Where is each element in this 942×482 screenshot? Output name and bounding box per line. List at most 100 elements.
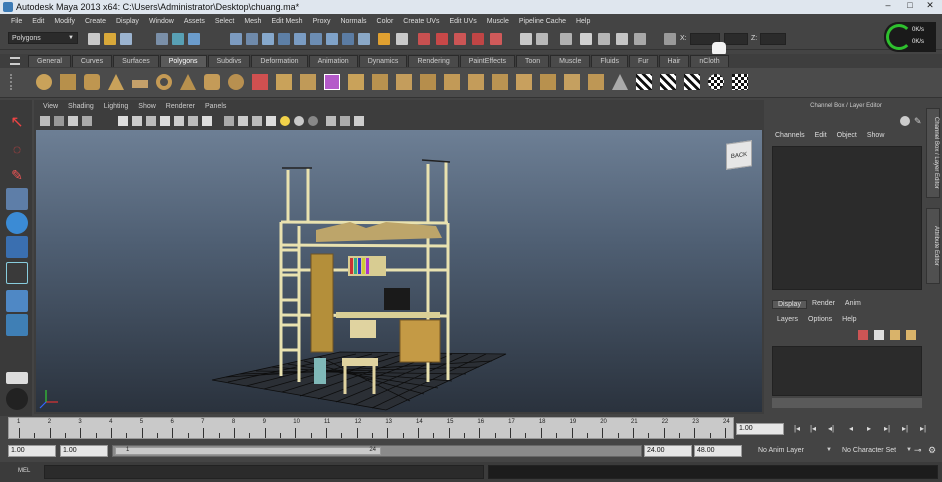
playback-end-field[interactable]: 24.00: [644, 445, 692, 457]
menu-file[interactable]: File: [6, 18, 27, 25]
menu-display[interactable]: Display: [111, 18, 144, 25]
shadows-icon[interactable]: [294, 116, 304, 126]
shelf-tab-surfaces[interactable]: Surfaces: [113, 55, 159, 67]
vp-menu-view[interactable]: View: [38, 103, 63, 110]
poly-pipe-icon[interactable]: [204, 74, 220, 90]
cb-menu-show[interactable]: Show: [862, 132, 890, 139]
menu-window[interactable]: Window: [144, 18, 179, 25]
poly-cylinder-icon[interactable]: [84, 74, 100, 90]
new-scene-icon[interactable]: [88, 33, 100, 45]
extrude-icon[interactable]: [348, 74, 364, 90]
merge-icon[interactable]: [516, 74, 532, 90]
resolution-gate-icon[interactable]: [146, 116, 156, 126]
menu-edit[interactable]: Edit: [27, 18, 49, 25]
lasso-tool-icon[interactable]: ◌: [6, 138, 28, 160]
time-slider[interactable]: 1 2 3 4 5 6 7 8 9 10 11 12 13 14 15 16 17 18 19 20 21 22 23 24: [8, 417, 734, 439]
shelf-tab-curves[interactable]: Curves: [71, 55, 113, 67]
menu-assets[interactable]: Assets: [179, 18, 210, 25]
planar-mapping-icon[interactable]: [612, 74, 628, 90]
insert-edge-loop-icon[interactable]: [444, 74, 460, 90]
menu-select[interactable]: Select: [210, 18, 239, 25]
vp-menu-shading[interactable]: Shading: [63, 103, 99, 110]
maximize-icon[interactable]: □: [900, 0, 920, 13]
attribute-editor-toggle-icon[interactable]: [598, 33, 610, 45]
modeling-toolkit-icon[interactable]: [634, 33, 646, 45]
step-forward-key-icon[interactable]: ▸|: [898, 423, 912, 435]
select-object-icon[interactable]: [172, 33, 184, 45]
poly-cone-icon[interactable]: [108, 74, 124, 90]
anim-layer-label[interactable]: No Anim Layer: [758, 447, 804, 454]
use-all-lights-icon[interactable]: [280, 116, 290, 126]
shelf-tab-deformation[interactable]: Deformation: [251, 55, 308, 67]
automatic-mapping-icon[interactable]: [684, 74, 700, 90]
snap-curve-icon[interactable]: [246, 33, 258, 45]
shelf-tab-hair[interactable]: Hair: [658, 55, 690, 67]
render-globals-icon[interactable]: [472, 33, 484, 45]
layer-menu-options[interactable]: Options: [803, 316, 837, 323]
light-editor-icon[interactable]: [490, 33, 502, 45]
poly-prism-icon[interactable]: [180, 74, 196, 90]
field-chart-icon[interactable]: [174, 116, 184, 126]
menu-create[interactable]: Create: [80, 18, 111, 25]
character-set-label[interactable]: No Character Set: [842, 447, 896, 454]
animation-end-field[interactable]: 48.00: [694, 445, 742, 457]
scale-tool-icon[interactable]: [6, 236, 28, 258]
wedge-icon[interactable]: [564, 74, 580, 90]
go-to-start-icon[interactable]: |◂: [790, 423, 804, 435]
wireframe-icon[interactable]: [224, 116, 234, 126]
smooth-icon[interactable]: [324, 74, 340, 90]
side-tab-channel-box[interactable]: Channel Box / Layer Editor: [926, 108, 940, 198]
camera-attributes-icon[interactable]: [54, 116, 64, 126]
menu-create-uvs[interactable]: Create UVs: [398, 18, 444, 25]
poly-sphere-icon[interactable]: [36, 74, 52, 90]
step-back-key-icon[interactable]: |◂: [806, 423, 820, 435]
poke-icon[interactable]: [588, 74, 604, 90]
view-cube[interactable]: BACK: [726, 140, 752, 170]
append-polygon-icon[interactable]: [396, 74, 412, 90]
select-tool-icon[interactable]: ↖: [6, 112, 28, 134]
make-live-icon[interactable]: [294, 33, 306, 45]
side-tab-attribute-editor[interactable]: Attribute Editor: [926, 208, 940, 284]
channel-list[interactable]: [772, 146, 922, 290]
range-slider-handle[interactable]: 1 24: [115, 447, 381, 455]
new-layer-icon[interactable]: [858, 330, 868, 340]
layer-move-up-icon[interactable]: [890, 330, 900, 340]
safe-title-icon[interactable]: [202, 116, 212, 126]
soft-modification-icon[interactable]: [6, 290, 28, 312]
layout-four-icon[interactable]: [536, 33, 548, 45]
shelf-tab-dynamics[interactable]: Dynamics: [358, 55, 408, 67]
channel-box-edit-icon[interactable]: ✎: [914, 116, 924, 126]
select-hierarchy-icon[interactable]: [156, 33, 168, 45]
save-scene-icon[interactable]: [120, 33, 132, 45]
shelf-tab-fluids[interactable]: Fluids: [591, 55, 629, 67]
menu-set-dropdown[interactable]: Polygons ▼: [8, 32, 78, 44]
textured-icon[interactable]: [266, 116, 276, 126]
ipr-render-icon[interactable]: [418, 33, 430, 45]
hypershade-icon[interactable]: [454, 33, 466, 45]
layout-single-icon[interactable]: [520, 33, 532, 45]
layer-move-down-icon[interactable]: [906, 330, 916, 340]
menu-modify[interactable]: Modify: [49, 18, 80, 25]
select-component-icon[interactable]: [188, 33, 200, 45]
image-plane-icon[interactable]: [82, 116, 92, 126]
wireframe-on-shaded-icon[interactable]: [252, 116, 262, 126]
menu-muscle[interactable]: Muscle: [482, 18, 514, 25]
shelf-menu-icon[interactable]: [10, 57, 20, 65]
render-view-icon[interactable]: [396, 33, 408, 45]
shelf-tab-general[interactable]: General: [28, 55, 71, 67]
bevel-icon[interactable]: [492, 74, 508, 90]
shelf-tab-animation[interactable]: Animation: [308, 55, 358, 67]
grid-toggle-icon[interactable]: [118, 116, 128, 126]
separate-icon[interactable]: [276, 74, 292, 90]
isolate-select-icon[interactable]: [326, 116, 336, 126]
tool-settings-toggle-icon[interactable]: [616, 33, 628, 45]
render-settings-icon[interactable]: [436, 33, 448, 45]
quick-layout-persp-icon[interactable]: [6, 388, 28, 410]
show-manipulator-icon[interactable]: [6, 314, 28, 336]
play-backwards-icon[interactable]: ◂: [844, 423, 858, 435]
cylindrical-mapping-icon[interactable]: [636, 74, 652, 90]
layer-tab-display[interactable]: Display: [772, 300, 807, 309]
menu-mesh[interactable]: Mesh: [239, 18, 266, 25]
vp-menu-renderer[interactable]: Renderer: [161, 103, 200, 110]
channel-box-toggle-icon[interactable]: [580, 33, 592, 45]
